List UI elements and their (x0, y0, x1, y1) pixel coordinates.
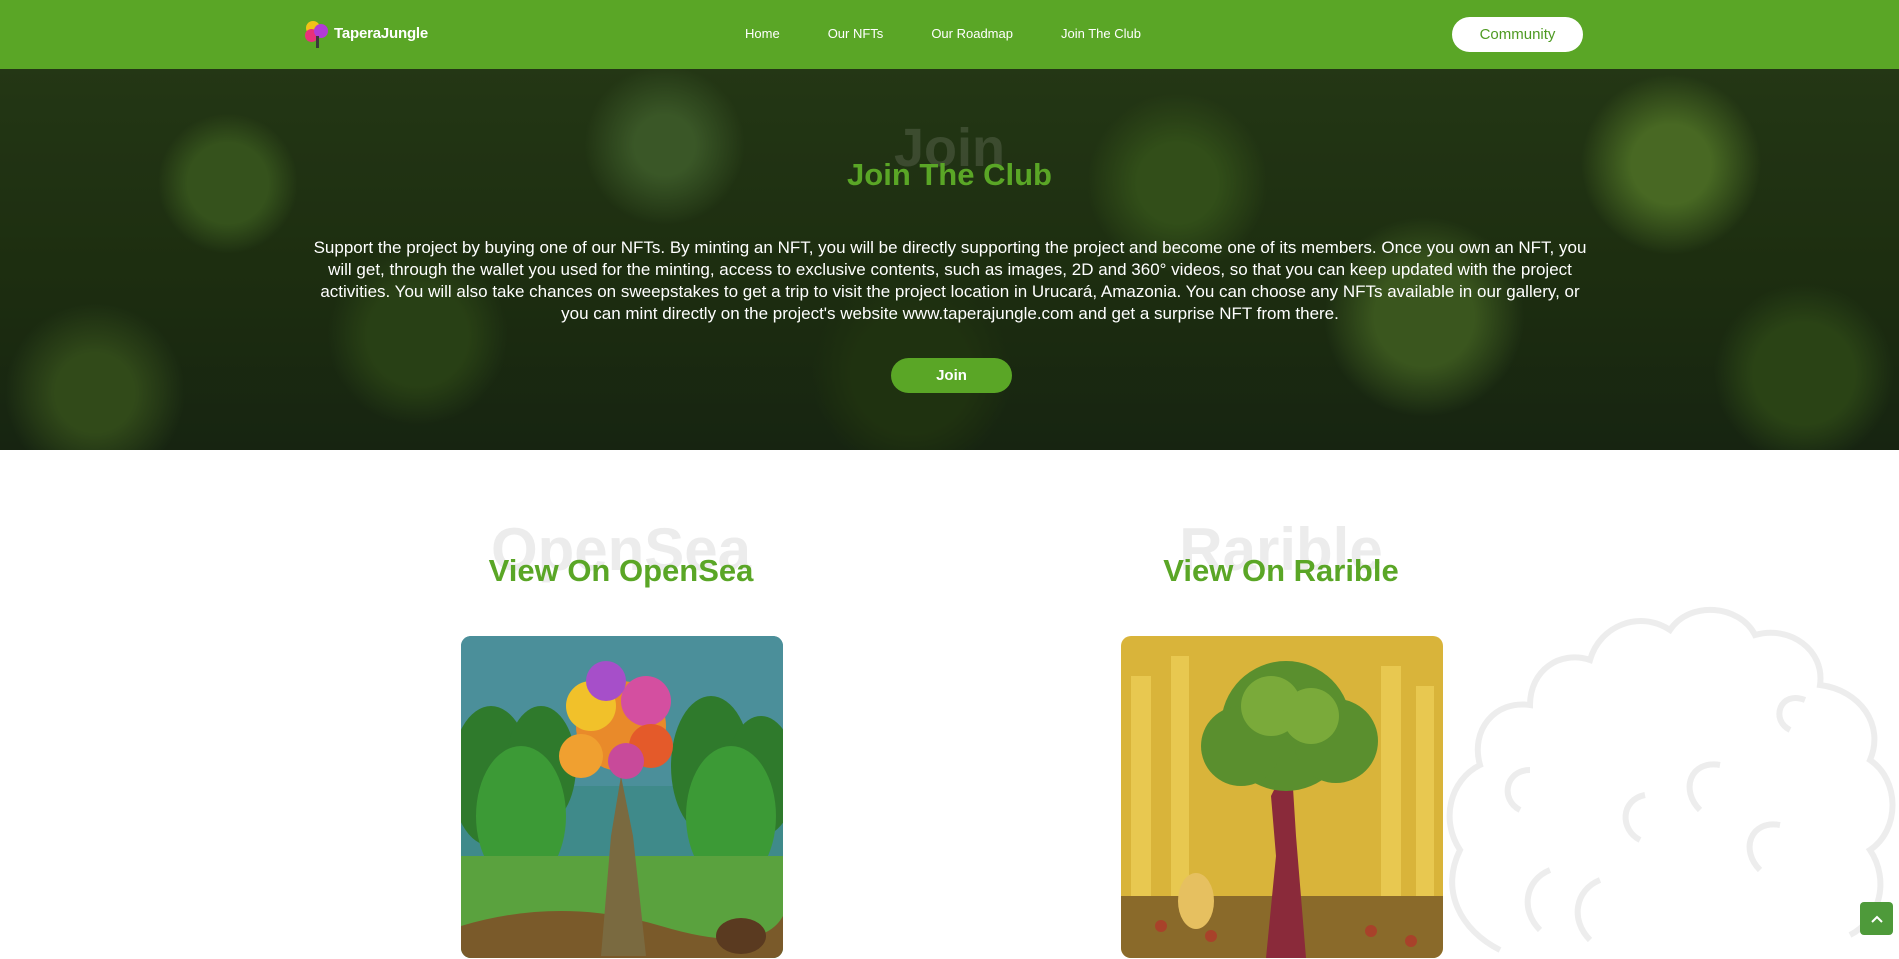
decorative-tree-outline (1446, 606, 1896, 953)
community-button[interactable]: Community (1452, 17, 1583, 52)
scroll-to-top-button[interactable] (1860, 902, 1893, 935)
rarible-nft-image[interactable] (1121, 636, 1443, 958)
main-menu: Home Our NFTs Our Roadmap Join The Club (745, 26, 1189, 41)
join-button[interactable]: Join (891, 358, 1012, 393)
tapera-jungle-logo-icon (304, 18, 332, 48)
hero-description: Support the project by buying one of our… (313, 238, 1587, 323)
logo-text: TaperaJungle (334, 24, 429, 42)
nav-item-our-nfts[interactable]: Our NFTs (828, 26, 884, 41)
logo[interactable]: TaperaJungle (304, 17, 434, 49)
hero-title: Join The Club (847, 157, 1052, 192)
hero-section: Join Join The Club Support the project b… (0, 69, 1899, 450)
nav-item-join-the-club[interactable]: Join The Club (1061, 26, 1141, 41)
opensea-title[interactable]: View On OpenSea (421, 553, 821, 589)
nav-item-our-roadmap[interactable]: Our Roadmap (931, 26, 1013, 41)
top-navbar: TaperaJungle Home Our NFTs Our Roadmap J… (0, 0, 1899, 69)
opensea-nft-image[interactable] (461, 636, 783, 958)
chevron-up-icon (1870, 915, 1883, 923)
nav-item-home[interactable]: Home (745, 26, 780, 41)
rarible-title[interactable]: View On Rarible (1081, 553, 1481, 589)
